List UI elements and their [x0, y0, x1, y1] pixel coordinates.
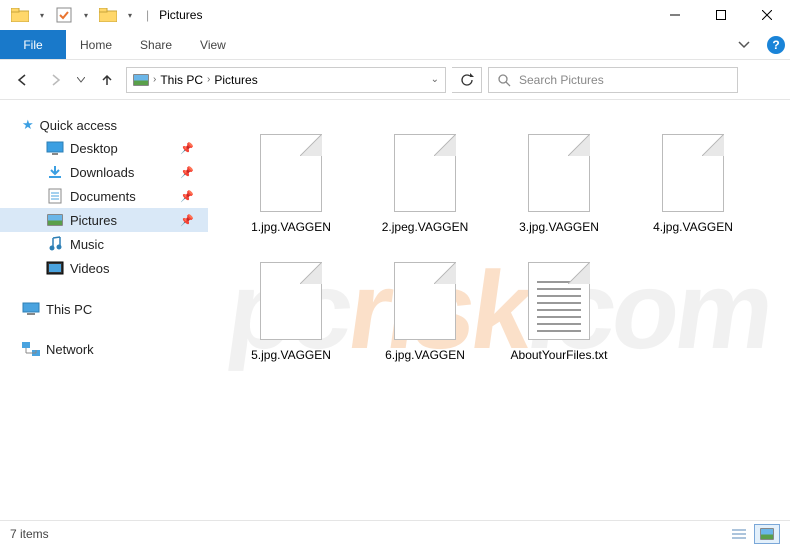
blank-file-icon — [524, 128, 594, 218]
qat-dropdown-3-icon[interactable]: ▾ — [124, 4, 136, 26]
properties-icon[interactable] — [52, 4, 76, 26]
sidebar-item-label: Music — [70, 237, 104, 252]
help-button[interactable]: ? — [762, 30, 790, 59]
file-name: 4.jpg.VAGGEN — [653, 220, 733, 236]
large-icons-view-button[interactable] — [754, 524, 780, 544]
app-icon[interactable] — [8, 4, 32, 26]
forward-button[interactable] — [42, 67, 68, 93]
chevron-right-icon: › — [207, 74, 210, 85]
file-name: 2.jpeg.VAGGEN — [382, 220, 468, 236]
sidebar-item-pictures[interactable]: Pictures 📌 — [0, 208, 208, 232]
sidebar-network-label: Network — [46, 342, 94, 357]
blank-file-icon — [256, 128, 326, 218]
close-button[interactable] — [744, 0, 790, 30]
this-pc-icon — [22, 301, 40, 317]
pin-icon: 📌 — [180, 190, 194, 203]
search-icon — [497, 73, 511, 87]
file-item[interactable]: AboutYourFiles.txt — [494, 248, 624, 372]
pin-icon: 📌 — [180, 214, 194, 227]
file-name: 6.jpg.VAGGEN — [385, 348, 465, 364]
sidebar-item-videos[interactable]: Videos — [0, 256, 208, 280]
sidebar-item-downloads[interactable]: Downloads 📌 — [0, 160, 208, 184]
sidebar-this-pc-label: This PC — [46, 302, 92, 317]
file-tab[interactable]: File — [0, 30, 66, 59]
sidebar-item-label: Downloads — [70, 165, 134, 180]
titlebar: ▾ ▾ ▾ | Pictures — [0, 0, 790, 30]
pin-icon: 📌 — [180, 166, 194, 179]
sidebar-item-desktop[interactable]: Desktop 📌 — [0, 136, 208, 160]
details-view-button[interactable] — [726, 524, 752, 544]
help-icon: ? — [767, 36, 785, 54]
folder-qat-icon[interactable] — [96, 4, 120, 26]
tab-home[interactable]: Home — [66, 30, 126, 59]
sidebar-item-documents[interactable]: Documents 📌 — [0, 184, 208, 208]
network-icon — [22, 341, 40, 357]
sidebar-item-label: Videos — [70, 261, 110, 276]
file-item[interactable]: 5.jpg.VAGGEN — [226, 248, 356, 372]
file-item[interactable]: 4.jpg.VAGGEN — [628, 120, 758, 244]
sidebar-quick-access[interactable]: ★ Quick access — [0, 114, 208, 136]
breadcrumb-this-pc[interactable]: This PC — [160, 73, 203, 87]
tab-view[interactable]: View — [186, 30, 240, 59]
breadcrumb-pictures[interactable]: Pictures — [214, 73, 257, 87]
sidebar-item-label: Pictures — [70, 213, 117, 228]
chevron-down-icon[interactable]: ⌄ — [431, 74, 439, 85]
search-placeholder: Search Pictures — [519, 73, 604, 87]
sidebar-item-music[interactable]: Music — [0, 232, 208, 256]
file-name: 5.jpg.VAGGEN — [251, 348, 331, 364]
refresh-button[interactable] — [452, 67, 482, 93]
minimize-button[interactable] — [652, 0, 698, 30]
sidebar-network[interactable]: Network — [0, 338, 208, 360]
desktop-icon — [46, 140, 64, 156]
file-name: 1.jpg.VAGGEN — [251, 220, 331, 236]
documents-icon — [46, 188, 64, 204]
tab-share[interactable]: Share — [126, 30, 186, 59]
pictures-icon — [46, 212, 64, 228]
blank-file-icon — [256, 256, 326, 346]
sidebar-quick-access-label: Quick access — [40, 118, 117, 133]
file-name: 3.jpg.VAGGEN — [519, 220, 599, 236]
file-name: AboutYourFiles.txt — [511, 348, 608, 364]
file-item[interactable]: 6.jpg.VAGGEN — [360, 248, 490, 372]
explorer-window: ▾ ▾ ▾ | Pictures File Home Share View ? — [0, 0, 790, 546]
sidebar-this-pc[interactable]: This PC — [0, 298, 208, 320]
ribbon: File Home Share View ? — [0, 30, 790, 60]
separator: | — [146, 8, 149, 22]
qat-dropdown-2-icon[interactable]: ▾ — [80, 4, 92, 26]
sidebar-item-label: Documents — [70, 189, 136, 204]
navigation-pane: ★ Quick access Desktop📌Downloads📌Documen… — [0, 100, 208, 520]
text-file-icon — [524, 256, 594, 346]
file-area[interactable]: pcrisk.com 1.jpg.VAGGEN2.jpeg.VAGGEN3.jp… — [208, 100, 790, 520]
body: ★ Quick access Desktop📌Downloads📌Documen… — [0, 100, 790, 520]
videos-icon — [46, 260, 64, 276]
downloads-icon — [46, 164, 64, 180]
address-bar: › This PC › Pictures ⌄ Search Pictures — [0, 60, 790, 100]
pictures-breadcrumb-icon — [133, 74, 149, 86]
breadcrumb[interactable]: › This PC › Pictures ⌄ — [126, 67, 446, 93]
blank-file-icon — [390, 256, 460, 346]
file-item[interactable]: 3.jpg.VAGGEN — [494, 120, 624, 244]
pin-icon: 📌 — [180, 142, 194, 155]
window-title: Pictures — [159, 8, 202, 22]
chevron-right-icon: › — [153, 74, 156, 85]
maximize-button[interactable] — [698, 0, 744, 30]
statusbar: 7 items — [0, 520, 790, 546]
up-button[interactable] — [94, 67, 120, 93]
star-icon: ★ — [22, 117, 34, 133]
search-input[interactable]: Search Pictures — [488, 67, 738, 93]
file-grid: 1.jpg.VAGGEN 2.jpeg.VAGGEN 3.jpg.VAGGEN 4.j… — [226, 120, 780, 371]
item-count: 7 items — [10, 527, 49, 541]
music-icon — [46, 236, 64, 252]
ribbon-expand-button[interactable] — [726, 30, 762, 59]
blank-file-icon — [658, 128, 728, 218]
history-dropdown-icon[interactable] — [74, 67, 88, 93]
file-item[interactable]: 2.jpeg.VAGGEN — [360, 120, 490, 244]
back-button[interactable] — [10, 67, 36, 93]
qat-dropdown-icon[interactable]: ▾ — [36, 4, 48, 26]
blank-file-icon — [390, 128, 460, 218]
sidebar-item-label: Desktop — [70, 141, 118, 156]
file-item[interactable]: 1.jpg.VAGGEN — [226, 120, 356, 244]
